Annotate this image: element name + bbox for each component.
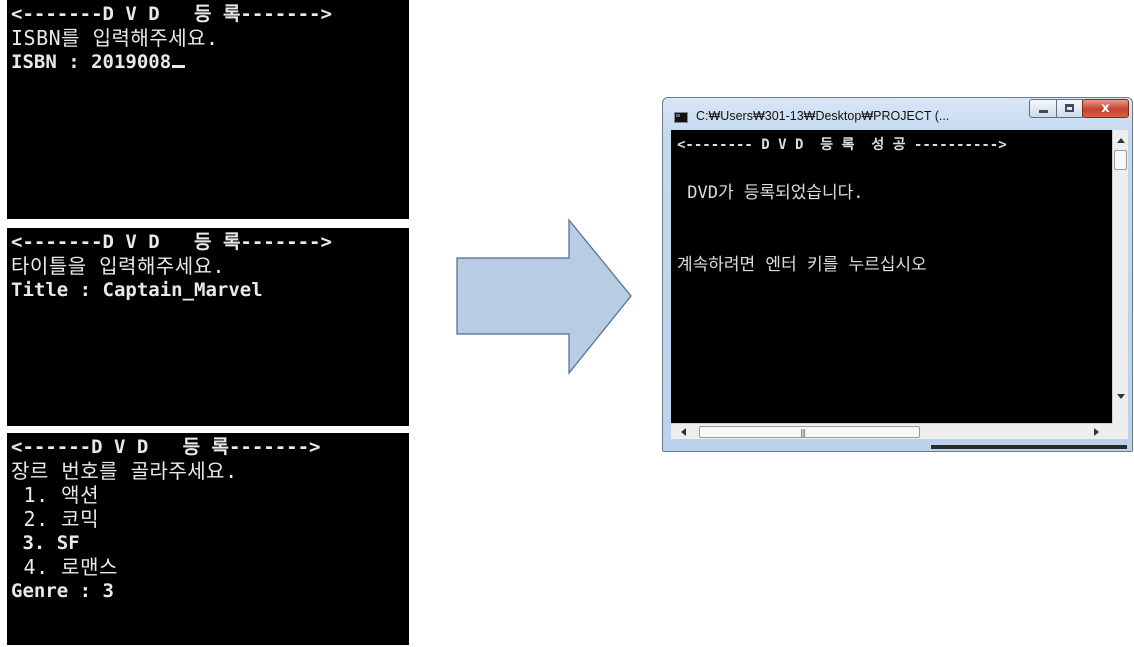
horizontal-scroll-thumb[interactable]: ||| — [699, 426, 920, 438]
grip-icon: ||| — [800, 428, 806, 437]
genre-option: 1. 액션 — [11, 483, 99, 507]
title-console-panel: <-------D V D 등 록-------> 타이틀을 입력해주세요. T… — [7, 228, 409, 426]
console-line: <-------- D V D 등 록 성 공 ----------> — [677, 137, 1007, 153]
isbn-prompt: ISBN를 입력해주세요. — [11, 26, 219, 50]
text-cursor — [172, 65, 186, 68]
vertical-scrollbar[interactable] — [1112, 130, 1128, 423]
panel-header: <-------D V D 등 록-------> — [11, 231, 332, 253]
console-output[interactable]: <-------- D V D 등 록 성 공 ----------> DVD가… — [671, 130, 1112, 423]
genre-option: 4. 로맨스 — [11, 555, 118, 579]
isbn-entry: ISBN : 2019008 — [11, 50, 405, 74]
scroll-down-icon[interactable] — [1117, 394, 1125, 399]
window-title-bar[interactable]: C:₩Users₩301-13₩Desktop₩PROJECT (... x — [663, 98, 1132, 130]
genre-option: 2. 코믹 — [11, 507, 99, 531]
maximize-button[interactable] — [1056, 99, 1083, 118]
close-button[interactable]: x — [1082, 99, 1129, 118]
vertical-scroll-thumb[interactable] — [1114, 150, 1127, 170]
window-title: C:₩Users₩301-13₩Desktop₩PROJECT (... — [696, 109, 950, 123]
horizontal-scrollbar[interactable]: ||| — [671, 423, 1112, 439]
title-prompt: 타이틀을 입력해주세요. — [11, 254, 226, 278]
scroll-up-icon[interactable] — [1117, 138, 1125, 143]
isbn-entry-text: ISBN : 2019008 — [11, 51, 172, 73]
console-line: DVD가 등록되었습니다. — [677, 183, 864, 203]
genre-console-panel: <------D V D 등 록-------> 장르 번호를 골라주세요. 1… — [7, 433, 409, 645]
scroll-left-icon[interactable] — [681, 428, 686, 436]
scroll-right-icon[interactable] — [1094, 428, 1099, 436]
arrow-right-icon — [456, 218, 632, 375]
app-icon[interactable] — [674, 112, 688, 123]
resize-grip[interactable] — [1112, 423, 1128, 439]
close-icon: x — [1101, 101, 1110, 116]
console-window[interactable]: C:₩Users₩301-13₩Desktop₩PROJECT (... x <… — [662, 97, 1133, 452]
panel-header: <------D V D 등 록-------> — [11, 436, 321, 458]
isbn-console-panel: <-------D V D 등 록-------> ISBN를 입력해주세요. … — [7, 0, 409, 219]
panel-header: <-------D V D 등 록-------> — [11, 3, 332, 25]
window-bottom-shadow — [931, 445, 1127, 449]
console-line: 계속하려면 엔터 키를 누르십시오 — [677, 255, 927, 275]
genre-prompt: 장르 번호를 골라주세요. — [11, 459, 238, 483]
title-entry: Title : Captain_Marvel — [11, 279, 263, 301]
genre-option: 3. SF — [11, 532, 80, 554]
genre-entry: Genre : 3 — [11, 580, 114, 602]
minimize-button[interactable] — [1029, 99, 1057, 118]
